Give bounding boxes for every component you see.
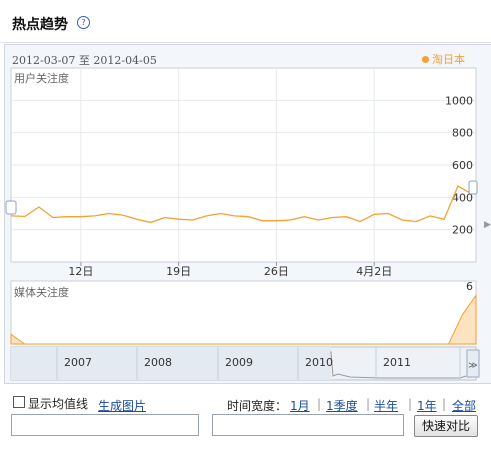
overview-year-label: 2011 (383, 356, 411, 369)
keyword-input-right[interactable] (212, 414, 404, 436)
time-width-label: 时间宽度： (227, 399, 288, 413)
show-average-label: 显示均值线 (28, 397, 89, 411)
range-1-quarter[interactable]: 1季度 (326, 397, 358, 414)
y-tick-label: 800 (452, 127, 473, 140)
show-average-checkbox[interactable] (13, 396, 25, 408)
range-half-year[interactable]: 半年 (374, 397, 398, 414)
range-1-month[interactable]: 1月 (290, 397, 310, 414)
overview-year-label: 2010 (305, 356, 333, 369)
right-range-handle[interactable] (468, 180, 478, 195)
user-x-ticks: 12日 19日 26日 4月2日 (68, 262, 392, 278)
x-tick-label: 4月2日 (356, 265, 392, 278)
range-all[interactable]: 全部 (452, 397, 476, 414)
user-chart-title: 用户关注度 (14, 71, 69, 85)
overview-year-label: 2009 (225, 356, 253, 369)
range-1-year[interactable]: 1年 (417, 397, 437, 414)
range-separator: | (366, 397, 371, 411)
y-tick-label: 200 (452, 224, 473, 237)
generate-image-link[interactable]: 生成图片 (98, 397, 146, 414)
y-tick-label: 1000 (445, 94, 473, 107)
overview-year-label: 2007 (64, 356, 92, 369)
overview-handle-icon: ≫ (468, 361, 477, 371)
media-chart-area (10, 280, 477, 345)
media-chart-title: 媒体关注度 (14, 285, 69, 299)
range-separator: | (442, 397, 447, 411)
quick-compare-button[interactable]: 快速对比 (414, 415, 478, 437)
trend-chart-svg: 用户关注度 2004006008001000 12日 19日 26日 4月2日 媒体关… (5, 67, 480, 381)
overview-year-label: 2008 (144, 356, 172, 369)
media-y-tick-label: 6 (466, 280, 473, 293)
x-tick-label: 19日 (166, 265, 191, 278)
range-separator: | (317, 397, 322, 411)
y-tick-label: 600 (452, 159, 473, 172)
left-range-handle[interactable] (5, 200, 17, 215)
x-tick-label: 26日 (264, 265, 289, 278)
chevron-right-icon[interactable]: ▶ (484, 220, 491, 230)
x-tick-label: 12日 (68, 265, 93, 278)
keyword-input-left[interactable] (11, 414, 199, 436)
range-separator: | (408, 397, 413, 411)
